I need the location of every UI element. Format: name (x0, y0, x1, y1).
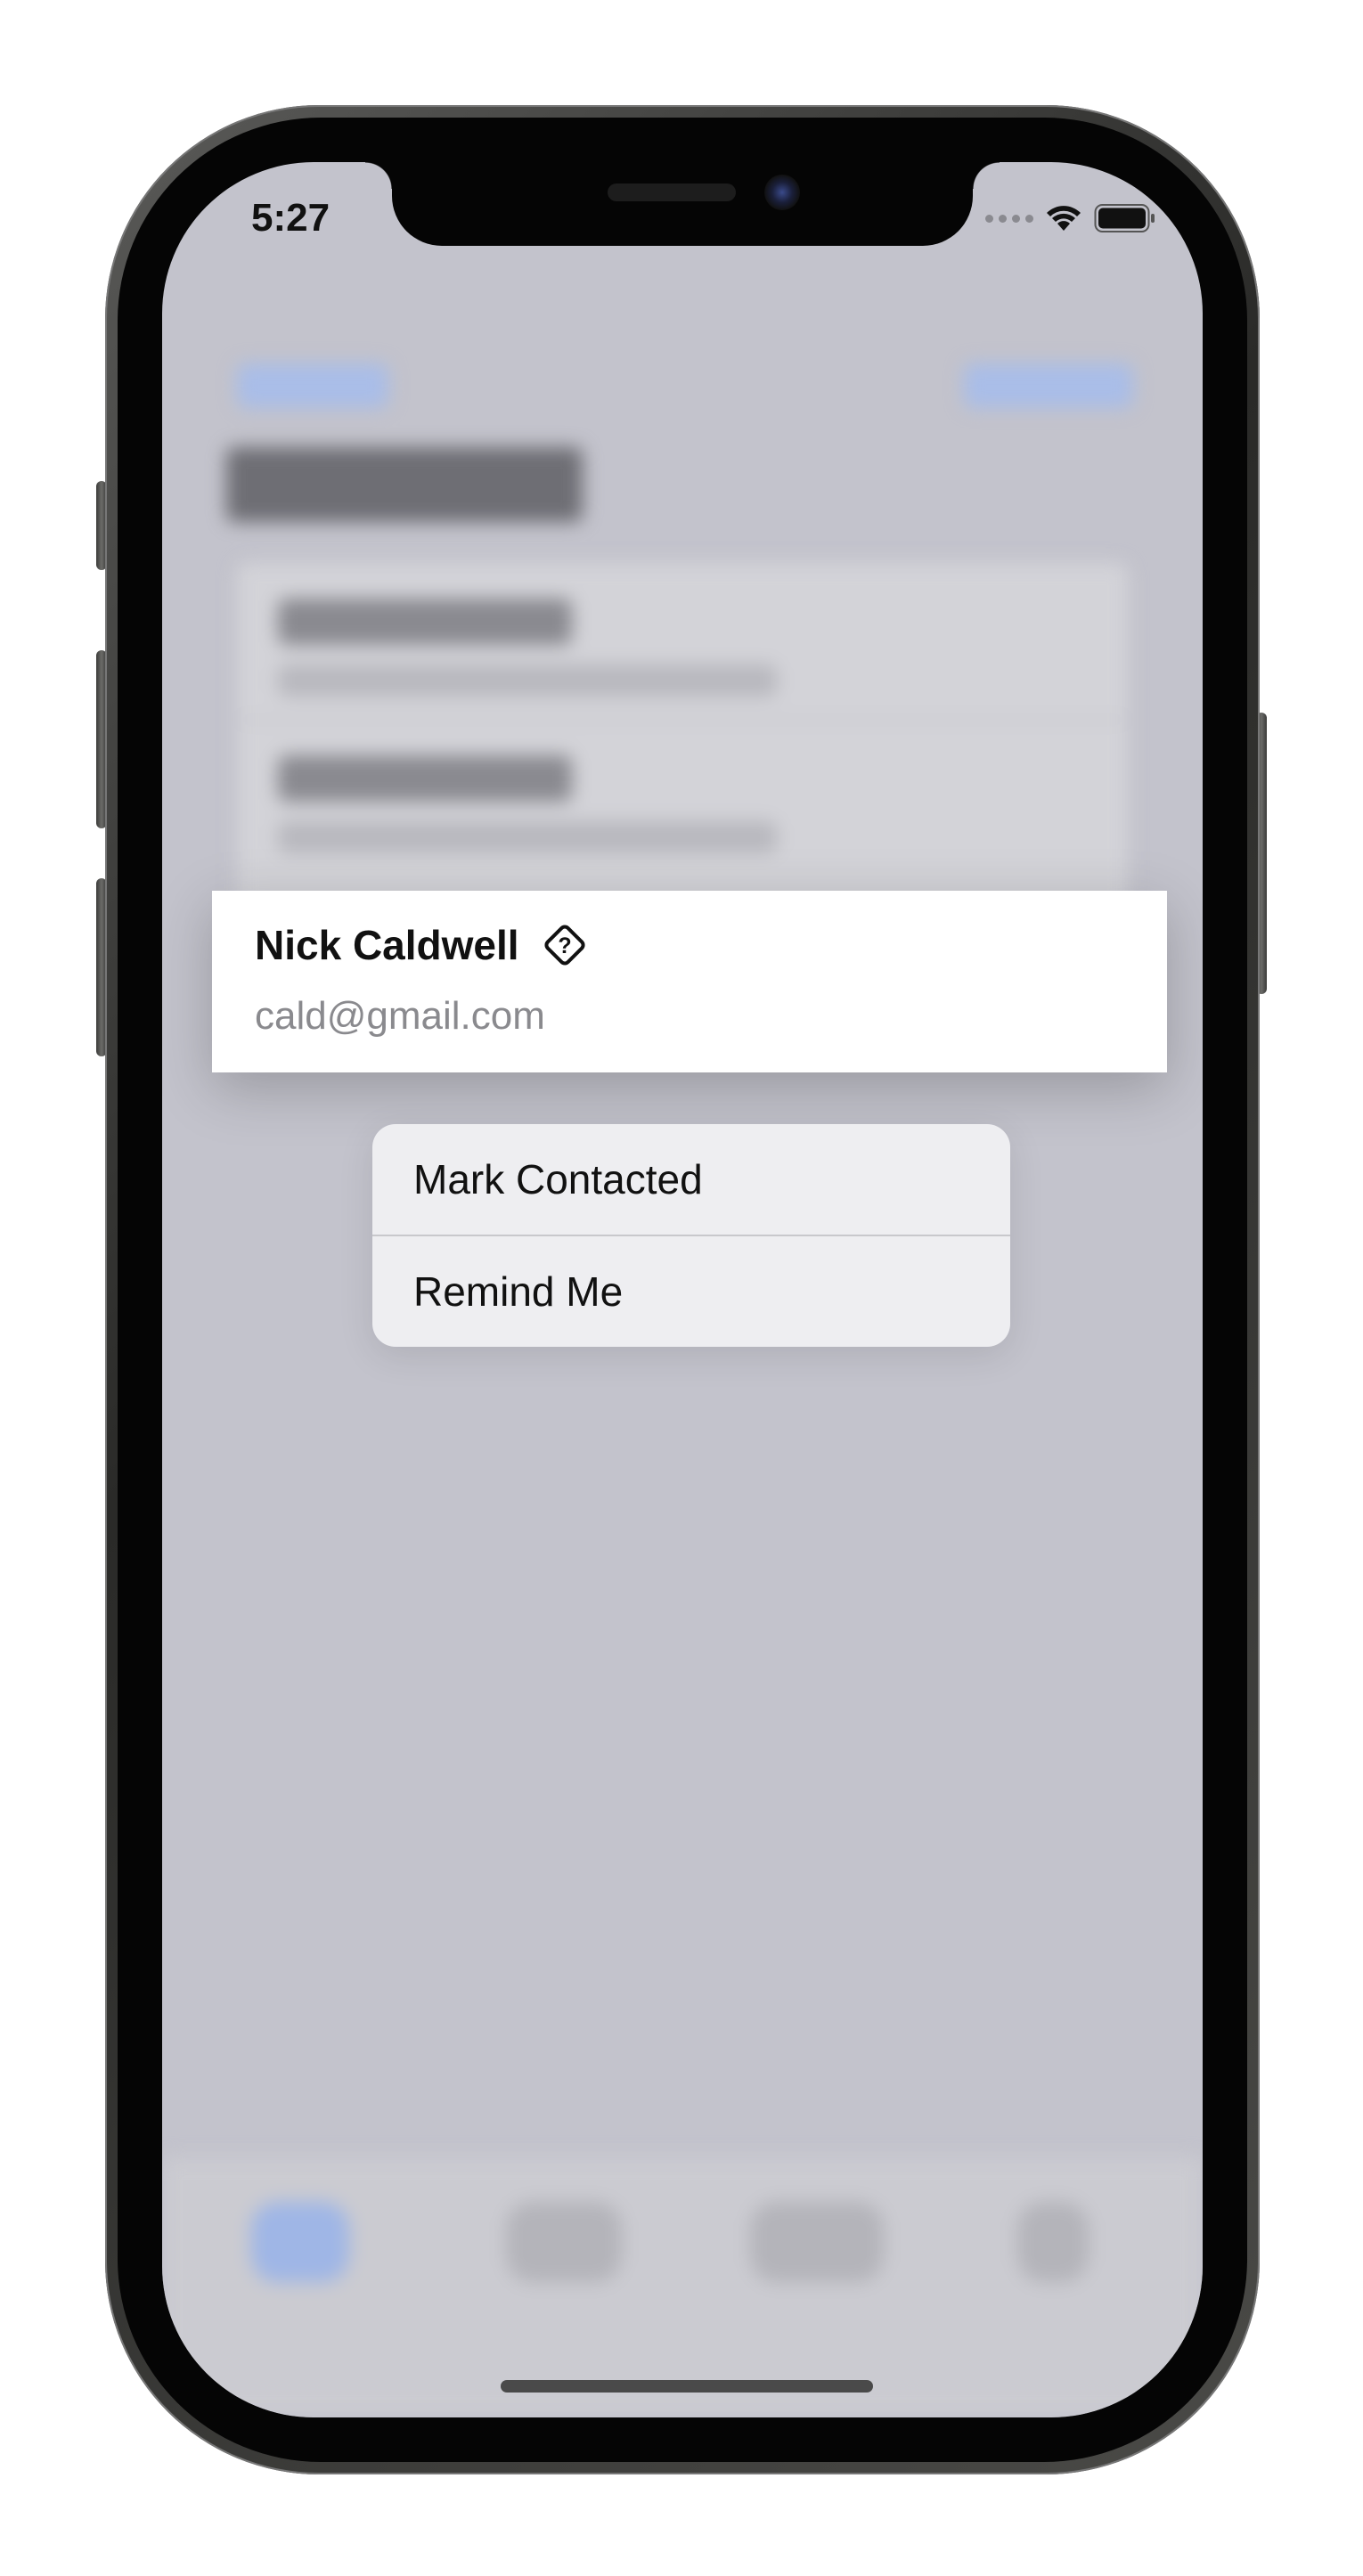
device-stage: 5:27 Nick Caldwell ? cald@gmail.com Mark… (0, 0, 1363, 2576)
contact-name-row: Nick Caldwell ? (255, 919, 591, 971)
contact-name: Nick Caldwell (255, 922, 519, 968)
blurred-nav-left-button (237, 363, 388, 408)
svg-text:?: ? (558, 933, 571, 958)
blurred-row-subtitle-1 (278, 664, 777, 697)
blurred-nav-right-button (964, 363, 1133, 408)
blurred-row-title-2 (278, 755, 572, 802)
status-time: 5:27 (251, 196, 331, 240)
menu-item-remind-me[interactable]: Remind Me (372, 1236, 1010, 1347)
phone-screen: 5:27 Nick Caldwell ? cald@gmail.com Mark… (162, 162, 1203, 2417)
blurred-tab-4-icon (1017, 2202, 1089, 2282)
context-menu: Mark Contacted Remind Me (372, 1124, 1010, 1347)
blurred-row-divider (237, 718, 1128, 721)
contact-email: cald@gmail.com (255, 994, 545, 1038)
blurred-row-subtitle-2 (278, 821, 777, 853)
blurred-tab-3-icon (750, 2202, 884, 2282)
question-diamond-icon: ? (544, 925, 585, 966)
front-camera (764, 175, 800, 210)
menu-item-mark-contacted[interactable]: Mark Contacted (372, 1124, 1010, 1235)
contact-preview-card[interactable]: Nick Caldwell ? cald@gmail.com (212, 891, 1167, 1072)
home-indicator[interactable] (501, 2380, 873, 2393)
blurred-tab-bar (162, 2157, 1203, 2417)
notch (365, 162, 1000, 246)
blurred-row-title-1 (278, 599, 572, 645)
blurred-tab-1-icon (251, 2202, 349, 2282)
wifi-icon (1047, 206, 1081, 231)
blurred-tab-2-icon (506, 2202, 622, 2282)
earpiece-speaker (608, 183, 736, 201)
status-indicators (985, 203, 1156, 233)
signal-dots-icon (985, 214, 1033, 223)
blurred-large-title (226, 447, 583, 522)
battery-icon (1094, 204, 1155, 232)
